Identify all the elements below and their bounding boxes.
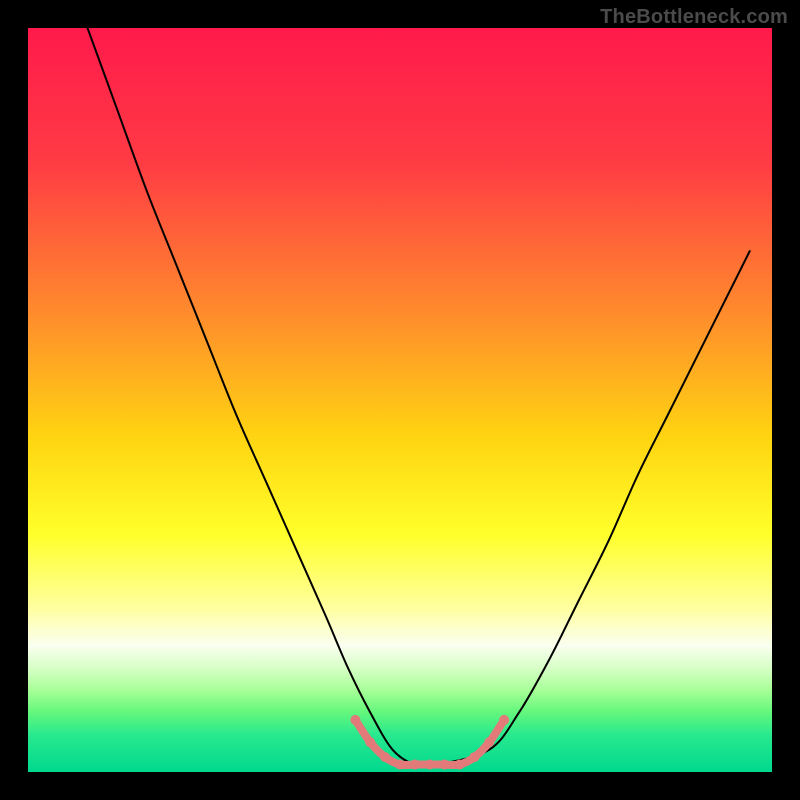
sweet-spot-dots <box>425 760 435 770</box>
watermark-label: TheBottleneck.com <box>600 6 788 29</box>
sweet-spot-dots <box>350 715 360 725</box>
bottleneck-chart <box>0 0 800 800</box>
sweet-spot-dots <box>395 760 405 770</box>
sweet-spot-dots <box>499 715 509 725</box>
plot-area <box>28 28 772 772</box>
sweet-spot-dots <box>365 737 375 747</box>
sweet-spot-dots <box>440 760 450 770</box>
sweet-spot-dots <box>380 752 390 762</box>
sweet-spot-dots <box>410 760 420 770</box>
sweet-spot-dots <box>455 760 465 770</box>
sweet-spot-dots <box>484 737 494 747</box>
chart-wrapper: TheBottleneck.com <box>0 0 800 800</box>
sweet-spot-dots <box>469 752 479 762</box>
